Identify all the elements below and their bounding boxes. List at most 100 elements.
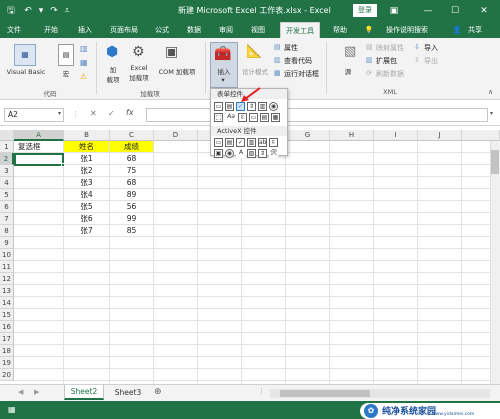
relative-reference-icon[interactable]: ▦ — [80, 58, 88, 67]
properties-button[interactable]: 属性 — [284, 43, 298, 53]
tell-me-search[interactable]: 操作说明搜索 — [378, 22, 436, 38]
addins-icon[interactable]: ⬢ — [106, 44, 118, 60]
cell-score[interactable]: 68 — [110, 153, 154, 165]
name-box[interactable]: A2 — [4, 108, 64, 122]
activex-checkbox-icon[interactable]: ✓ — [236, 138, 245, 147]
column-header-b[interactable]: B — [64, 130, 110, 141]
com-addins-icon[interactable]: ▣ — [165, 44, 178, 60]
row-header[interactable]: 8 — [0, 225, 14, 237]
tab-split-icon[interactable]: ⋮ — [258, 387, 265, 395]
row-header[interactable]: 12 — [0, 273, 14, 285]
design-mode-icon[interactable]: 📐 — [246, 44, 262, 59]
map-properties-icon[interactable]: ▤ — [366, 43, 373, 51]
cell-name[interactable]: 张7 — [64, 225, 110, 237]
cell-name[interactable]: 张1 — [64, 153, 110, 165]
tab-view[interactable]: 视图 — [248, 22, 268, 38]
cell-a1[interactable]: 复选框 — [14, 141, 64, 153]
tab-home[interactable]: 开始 — [40, 22, 62, 38]
properties-icon[interactable]: ▤ — [274, 43, 281, 51]
row-header[interactable]: 18 — [0, 345, 14, 357]
macro-button[interactable]: 宏 — [56, 68, 76, 78]
cell-score[interactable]: 68 — [110, 177, 154, 189]
import-icon[interactable]: ⇩ — [414, 43, 420, 51]
selected-cell-a2[interactable] — [14, 153, 64, 166]
cell-name[interactable]: 张5 — [64, 201, 110, 213]
column-header-i[interactable]: I — [374, 130, 418, 141]
cell-score[interactable]: 89 — [110, 189, 154, 201]
cancel-icon[interactable]: ✕ — [90, 109, 97, 118]
cell-score[interactable]: 85 — [110, 225, 154, 237]
redo-icon[interactable]: ↷ — [48, 0, 60, 22]
select-all-corner[interactable] — [0, 130, 14, 141]
insert-dropdown-icon[interactable]: ▾ — [216, 76, 230, 84]
column-header-a[interactable]: A — [14, 130, 64, 141]
row-header[interactable]: 4 — [0, 177, 14, 189]
macro-icon[interactable]: ▤ — [58, 44, 74, 66]
cell-name[interactable]: 张4 — [64, 189, 110, 201]
insert-function-icon[interactable]: fx — [126, 108, 134, 117]
export-icon[interactable]: ⇧ — [414, 56, 420, 64]
source-icon[interactable]: ▧ — [344, 44, 356, 59]
column-header-d[interactable]: D — [154, 130, 198, 141]
horizontal-scrollbar-thumb[interactable] — [280, 390, 370, 397]
customize-quick-access-icon[interactable]: ⩡ — [62, 0, 72, 22]
activex-text-box-icon[interactable]: ab — [258, 138, 267, 147]
run-dialog-button[interactable]: 运行对话框 — [284, 69, 319, 79]
combo-list-edit-icon[interactable]: ▤ — [260, 113, 269, 122]
cell-name[interactable]: 张2 — [64, 165, 110, 177]
formula-input[interactable] — [146, 108, 488, 122]
row-header[interactable]: 10 — [0, 249, 14, 261]
minimize-icon[interactable]: — — [420, 0, 436, 22]
expansion-pack-icon[interactable]: ▥ — [366, 56, 373, 64]
save-icon[interactable]: 🖫 — [4, 0, 18, 22]
sheet-tab-sheet3[interactable]: Sheet3 — [108, 385, 148, 400]
row-header[interactable]: 15 — [0, 309, 14, 321]
combo-dropdown-edit-icon[interactable]: ▦ — [271, 113, 280, 122]
excel-addins-button[interactable]: Excel 加载项 — [124, 64, 154, 82]
prev-sheet-icon[interactable]: ◀ — [18, 388, 23, 396]
share-button[interactable]: 共享 — [463, 22, 487, 38]
tab-help[interactable]: 帮助 — [330, 22, 350, 38]
export-button[interactable]: 导出 — [424, 56, 438, 66]
sheet-tab-sheet2[interactable]: Sheet2 — [64, 385, 104, 400]
option-button-control-icon[interactable]: ◉ — [269, 102, 278, 111]
column-header-c[interactable]: C — [110, 130, 154, 141]
row-header[interactable]: 3 — [0, 165, 14, 177]
refresh-data-button[interactable]: 刷新数据 — [376, 69, 404, 79]
row-header[interactable]: 9 — [0, 237, 14, 249]
tab-data[interactable]: 数据 — [184, 22, 204, 38]
map-properties-button[interactable]: 映射属性 — [376, 43, 404, 53]
text-field-control-icon[interactable]: ▭ — [249, 113, 258, 122]
tab-page-layout[interactable]: 页面布局 — [106, 22, 142, 38]
source-button[interactable]: 源 — [338, 66, 358, 76]
row-header[interactable]: 6 — [0, 201, 14, 213]
new-sheet-icon[interactable]: ⊕ — [154, 387, 162, 397]
vertical-scrollbar[interactable] — [490, 141, 500, 384]
row-header[interactable]: 13 — [0, 285, 14, 297]
refresh-data-icon[interactable]: ⟳ — [366, 69, 372, 77]
group-box-control-icon[interactable]: ⬚ — [214, 113, 223, 122]
undo-icon[interactable]: ↶ — [22, 0, 34, 22]
activex-image-icon[interactable]: ▧ — [247, 149, 256, 158]
view-code-button[interactable]: 查看代码 — [284, 56, 312, 66]
view-code-icon[interactable]: ▥ — [274, 56, 281, 64]
cell-score[interactable]: 75 — [110, 165, 154, 177]
row-header[interactable]: 7 — [0, 213, 14, 225]
com-addins-button[interactable]: COM 加载项 — [152, 66, 202, 76]
tab-review[interactable]: 审阅 — [216, 22, 236, 38]
collapse-ribbon-icon[interactable]: ∧ — [488, 88, 493, 96]
cell-name[interactable]: 张6 — [64, 213, 110, 225]
row-header[interactable]: 20 — [0, 369, 14, 381]
activex-more-controls-icon[interactable]: 🛠 — [269, 149, 278, 158]
design-mode-button[interactable]: 设计模式 — [238, 66, 272, 76]
undo-dropdown-icon[interactable]: ▾ — [36, 0, 46, 22]
toolbox-icon[interactable]: 🧰 — [214, 46, 231, 62]
activex-button-icon[interactable]: ▭ — [214, 138, 223, 147]
column-header-h[interactable]: H — [330, 130, 374, 141]
row-header[interactable]: 16 — [0, 321, 14, 333]
worksheet-grid[interactable]: A B C D E F G H I J 1 2 3 4 5 6 7 8 9 10… — [0, 130, 500, 384]
login-button[interactable]: 登录 — [353, 4, 377, 17]
next-sheet-icon[interactable]: ▶ — [34, 388, 39, 396]
cell-score[interactable]: 99 — [110, 213, 154, 225]
row-header[interactable]: 14 — [0, 297, 14, 309]
